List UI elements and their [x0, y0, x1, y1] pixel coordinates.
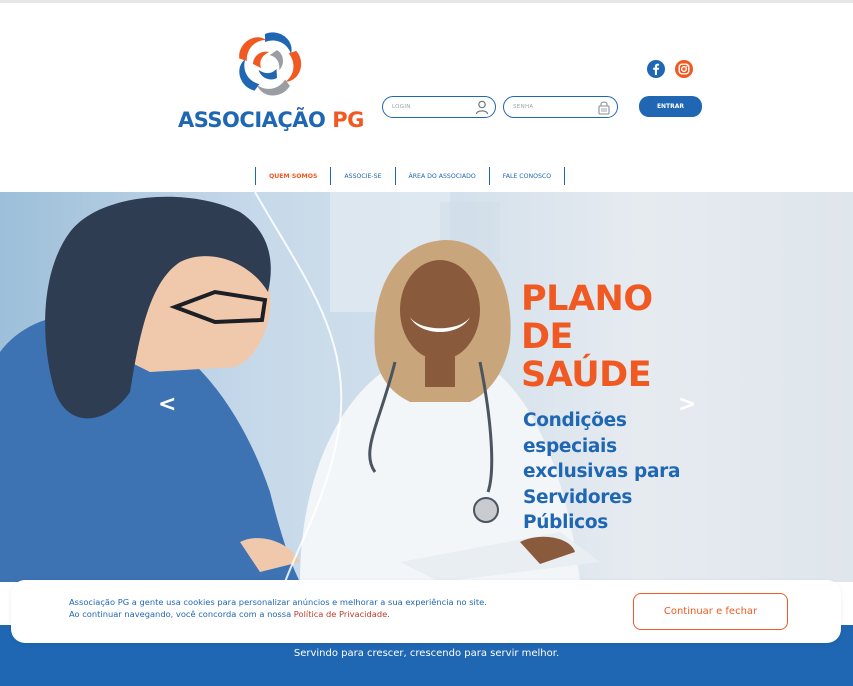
cookie-banner: Associação PG a gente usa cookies para p…	[11, 580, 841, 643]
hero-subtitle-line: Públicos	[523, 512, 608, 533]
lock-icon	[598, 101, 610, 115]
login-field[interactable]: LOGIN	[382, 96, 496, 118]
privacy-policy-link[interactable]: Política de Privacidade	[294, 609, 387, 619]
logo[interactable]: ASSOCIAÇÃO PG	[178, 28, 368, 138]
logo-name-part1: ASSOCIAÇÃO	[178, 108, 326, 132]
senha-placeholder: SENHA	[513, 104, 534, 110]
hero-photo	[0, 192, 600, 582]
logo-swirl-icon	[239, 32, 302, 96]
top-divider	[0, 0, 853, 3]
continue-and-close-button[interactable]: Continuar e fechar	[633, 593, 788, 630]
hero-subtitle: Condições especiais exclusivas para Serv…	[523, 408, 680, 536]
nav-divider	[564, 167, 566, 185]
cookie-line-1: Associação PG a gente usa cookies para p…	[69, 597, 487, 607]
hero-subtitle-line: exclusivas para	[523, 461, 681, 482]
login-placeholder: LOGIN	[392, 104, 411, 110]
logo-text: ASSOCIAÇÃO PG	[178, 108, 364, 132]
nav-item-fale-conosco[interactable]: FALE CONOSCO	[490, 173, 564, 180]
facebook-icon[interactable]	[647, 60, 665, 78]
instagram-icon[interactable]	[675, 60, 693, 78]
nav-item-associe-se[interactable]: ASSOCIE-SE	[331, 173, 394, 180]
hero-subtitle-line: Servidores	[523, 486, 633, 508]
hero-subtitle-line: especiais	[523, 435, 617, 457]
carousel-prev-button[interactable]: <	[158, 392, 176, 417]
cookie-line-2: Ao continuar navegando, você concorda co…	[69, 608, 487, 620]
hero-subtitle-line: Condições	[523, 410, 627, 431]
logo-name-part2: PG	[332, 108, 364, 132]
hero-title-line: PLANO	[521, 279, 653, 319]
user-icon	[475, 100, 489, 115]
cookie-message: Associação PG a gente usa cookies para p…	[69, 596, 487, 620]
entrar-button[interactable]: ENTRAR	[639, 96, 702, 117]
cookie-line-2-prefix: Ao continuar navegando, você concorda co…	[69, 609, 294, 619]
hero-banner: PLANO DE SAÚDE Condições especiais exclu…	[0, 192, 853, 582]
hero-title-line: SAÚDE	[521, 355, 652, 395]
hero-title-line: DE	[521, 317, 573, 357]
senha-field[interactable]: SENHA	[503, 96, 618, 118]
nav-item-area-do-associado[interactable]: ÁREA DO ASSOCIADO	[396, 173, 489, 180]
main-nav: QUEM SOMOS ASSOCIE-SE ÁREA DO ASSOCIADO …	[255, 166, 566, 186]
carousel-next-button[interactable]: >	[678, 392, 696, 417]
cookie-line-2-suffix: .	[387, 609, 390, 619]
footer-tagline: Servindo para crescer, crescendo para se…	[293, 648, 560, 659]
nav-item-quem-somos[interactable]: QUEM SOMOS	[256, 173, 330, 180]
hero-title: PLANO DE SAÚDE	[521, 280, 653, 394]
